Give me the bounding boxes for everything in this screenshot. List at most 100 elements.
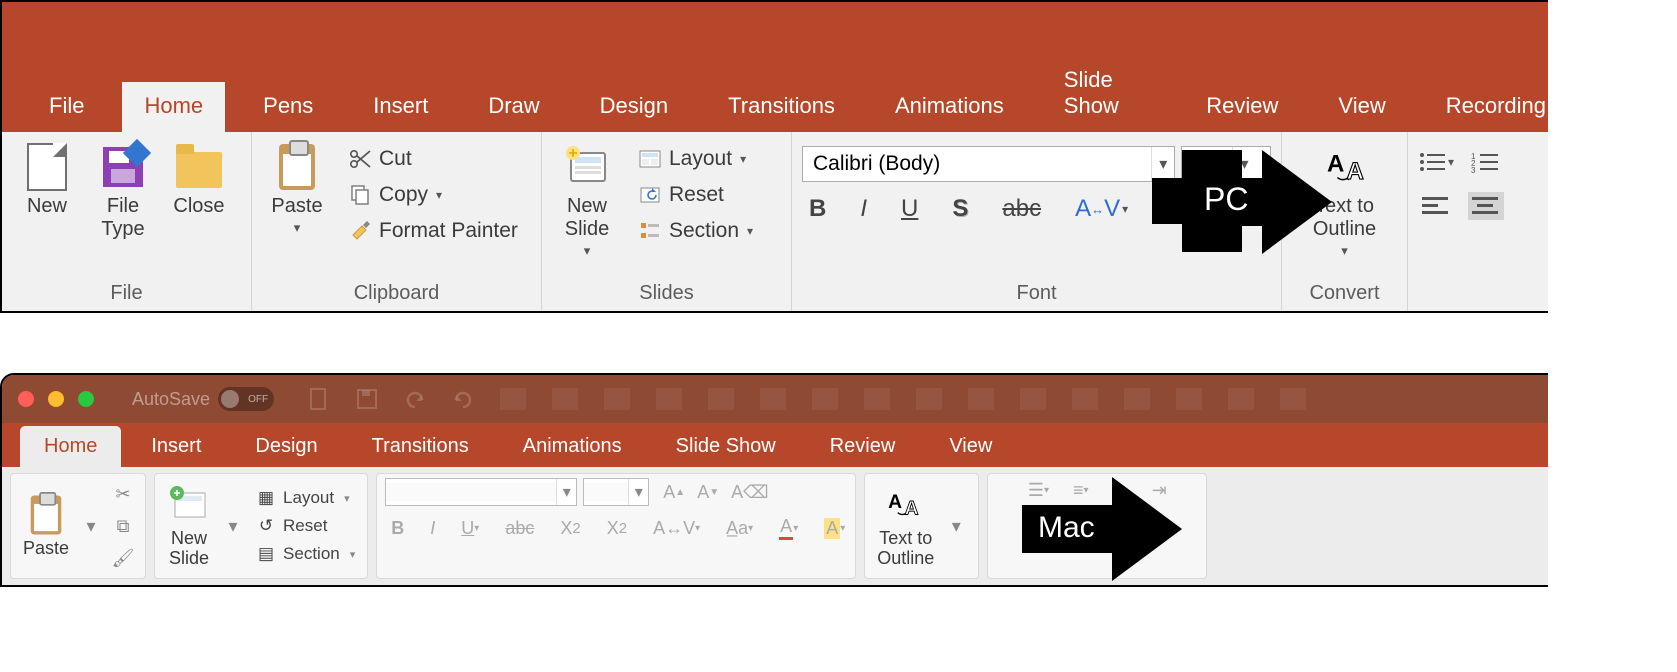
cut-button[interactable]: Cut [338,142,527,176]
reset-button[interactable]: Reset [628,178,762,212]
grow-font-button[interactable]: A▲ [657,478,691,506]
close-window-button[interactable] [18,391,34,407]
strikethrough-button[interactable]: abc [499,514,540,542]
mac-tab-slideshow[interactable]: Slide Show [652,426,800,467]
tab-home[interactable]: Home [122,82,225,132]
redo-icon[interactable] [450,386,476,412]
tab-slideshow[interactable]: Slide Show [1042,56,1169,132]
shrink-font-button[interactable]: A▼ [691,478,725,506]
qat-icon[interactable] [864,388,890,410]
paste-button[interactable]: Paste ▾ [262,138,332,241]
qat-icon[interactable] [1124,388,1150,410]
superscript-button[interactable]: X2 [554,514,586,542]
align-center-button[interactable] [1468,192,1504,220]
clear-format-button[interactable]: A⌫ [725,478,774,506]
underline-button[interactable]: U [894,192,925,226]
mac-section-button[interactable]: ▤Section▾ [251,542,359,566]
mac-font-size-combo[interactable]: ▾ [583,478,649,506]
strikethrough-button[interactable]: abc [995,192,1048,226]
align-left-button[interactable] [1418,192,1454,220]
layout-button[interactable]: Layout ▾ [628,142,762,176]
underline-button[interactable]: U▾ [455,514,485,542]
chevron-down-icon[interactable]: ▾ [942,512,970,540]
chevron-down-icon[interactable]: ▾ [740,152,746,166]
tab-pens[interactable]: Pens [241,82,335,132]
close-button[interactable]: Close [164,138,234,223]
char-spacing-button[interactable]: A↔V ▾ [1068,192,1135,226]
qat-icon[interactable] [1228,388,1254,410]
font-color-button[interactable]: A▾ [773,514,804,542]
mac-tab-design[interactable]: Design [231,426,341,467]
mac-paste-button[interactable]: Paste [19,491,73,561]
save-icon[interactable] [354,386,380,412]
shadow-button[interactable]: S [945,192,975,226]
italic-button[interactable]: I [424,514,441,542]
mac-new-slide-button[interactable]: New Slide [163,481,215,571]
qat-icon[interactable] [812,388,838,410]
char-spacing-button[interactable]: A↔V▾ [647,514,706,542]
maximize-window-button[interactable] [78,391,94,407]
chevron-down-icon[interactable]: ▾ [77,512,105,540]
qat-icon[interactable] [1072,388,1098,410]
tab-design[interactable]: Design [578,82,690,132]
tab-recording[interactable]: Recording [1424,82,1568,132]
mac-tab-review[interactable]: Review [806,426,920,467]
new-slide-button[interactable]: New Slide ▾ [552,138,622,264]
qat-icon[interactable] [552,388,578,410]
mac-font-name-input[interactable] [386,483,556,501]
qat-icon[interactable] [500,388,526,410]
copy-button[interactable]: Copy ▾ [338,178,527,212]
font-name-combo[interactable]: ▾ [802,146,1175,182]
tab-animations[interactable]: Animations [873,82,1026,132]
font-name-input[interactable] [803,152,1151,176]
qat-icon[interactable] [1280,388,1306,410]
chevron-down-icon[interactable]: ▾ [436,188,442,202]
bold-button[interactable]: B [385,514,410,542]
tab-view[interactable]: View [1316,82,1407,132]
tab-review[interactable]: Review [1184,82,1300,132]
tab-transitions[interactable]: Transitions [706,82,857,132]
mac-text-to-outline-button[interactable]: A A Text to Outline [873,481,938,571]
mac-tab-insert[interactable]: Insert [127,426,225,467]
qat-icon[interactable] [916,388,942,410]
autosave-toggle[interactable]: OFF [218,387,274,411]
qat-icon[interactable] [1020,388,1046,410]
highlight-button[interactable]: A▾ [818,514,851,542]
new-button[interactable]: New [12,138,82,223]
qat-icon[interactable] [604,388,630,410]
scissors-icon[interactable]: ✂ [109,480,137,508]
format-painter-button[interactable]: Format Painter [338,214,527,248]
chevron-down-icon[interactable]: ▾ [584,243,591,259]
tab-insert[interactable]: Insert [351,82,450,132]
italic-button[interactable]: I [853,192,874,226]
undo-icon[interactable] [402,386,428,412]
section-button[interactable]: Section ▾ [628,214,762,248]
bullets-button[interactable]: ▾ [1418,148,1454,176]
mac-font-size-input[interactable] [584,483,628,501]
qat-icon[interactable] [656,388,682,410]
mac-tab-animations[interactable]: Animations [499,426,646,467]
qat-icon[interactable] [708,388,734,410]
qat-icon[interactable] [1176,388,1202,410]
mac-tab-home[interactable]: Home [20,426,121,467]
file-icon[interactable] [306,386,332,412]
mac-tab-view[interactable]: View [925,426,1016,467]
qat-icon[interactable] [968,388,994,410]
change-case-button[interactable]: A̲a▾ [720,514,759,542]
copy-icon[interactable]: ⧉ [109,512,137,540]
mac-font-name-combo[interactable]: ▾ [385,478,577,506]
mac-layout-button[interactable]: ▦Layout▾ [251,486,359,510]
mac-reset-button[interactable]: ↺Reset [251,514,359,538]
mac-tab-transitions[interactable]: Transitions [348,426,493,467]
paintbrush-icon[interactable]: 🖌 [109,544,137,572]
chevron-down-icon[interactable]: ▾ [1341,243,1348,259]
tab-draw[interactable]: Draw [466,82,561,132]
filetype-button[interactable]: File Type [88,138,158,246]
chevron-down-icon[interactable]: ▾ [294,220,301,236]
bold-button[interactable]: B [802,192,833,226]
chevron-down-icon[interactable]: ▾ [219,512,247,540]
tab-file[interactable]: File [27,82,106,132]
subscript-button[interactable]: X2 [601,514,633,542]
qat-icon[interactable] [760,388,786,410]
chevron-down-icon[interactable]: ▾ [747,224,753,238]
